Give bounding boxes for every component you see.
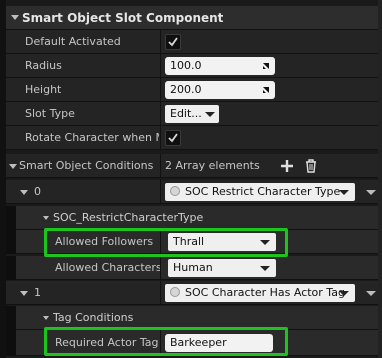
default-activated-row: Default Activated bbox=[6, 30, 378, 54]
condition-type-dropdown[interactable]: SOC Character Has Actor Tag bbox=[165, 284, 355, 302]
chevron-down-icon bbox=[339, 190, 349, 195]
column-divider bbox=[160, 102, 161, 125]
column-divider bbox=[160, 78, 161, 101]
section-header[interactable]: SOC_RestrictCharacterType bbox=[6, 206, 378, 230]
column-divider bbox=[160, 281, 161, 304]
smart-object-conditions-row[interactable]: Smart Object Conditions 2 Array elements bbox=[6, 154, 378, 178]
indent-bar bbox=[6, 256, 16, 280]
array-index: 1 bbox=[34, 286, 41, 299]
condition-type-dropdown[interactable]: SOC Restrict Character Type bbox=[165, 183, 355, 201]
class-circle-icon bbox=[170, 186, 180, 196]
array-element-row[interactable]: 1 SOC Character Has Actor Tag bbox=[6, 281, 378, 305]
checkmark-icon bbox=[168, 37, 178, 47]
column-divider bbox=[160, 154, 161, 177]
slot-type-label: Slot Type bbox=[25, 107, 75, 120]
details-panel: Smart Object Slot Component Default Acti… bbox=[0, 0, 382, 358]
rotate-character-label: Rotate Character when Mo bbox=[25, 131, 159, 144]
height-row: Height 200.0 bbox=[6, 78, 378, 102]
class-circle-icon bbox=[170, 287, 180, 297]
allowed-characters-label: Allowed Characters bbox=[55, 261, 162, 274]
column-divider bbox=[160, 30, 161, 53]
array-index: 0 bbox=[34, 185, 41, 198]
chevron-down-icon bbox=[339, 291, 349, 296]
component-header[interactable]: Smart Object Slot Component bbox=[6, 6, 378, 30]
height-label: Height bbox=[25, 83, 62, 96]
smart-object-conditions-label: Smart Object Conditions bbox=[19, 159, 154, 172]
rotate-character-checkbox[interactable] bbox=[165, 130, 181, 146]
scrollbar[interactable] bbox=[378, 0, 382, 358]
column-divider bbox=[160, 126, 161, 149]
column-divider bbox=[160, 256, 161, 279]
trash-icon[interactable] bbox=[305, 159, 317, 173]
checkmark-icon bbox=[168, 133, 178, 143]
height-field[interactable]: 200.0 bbox=[165, 81, 275, 99]
chevron-down-icon bbox=[205, 112, 215, 117]
expand-icon[interactable] bbox=[20, 190, 28, 195]
resize-handle-icon[interactable] bbox=[261, 85, 271, 95]
condition-type-value: SOC Restrict Character Type bbox=[185, 185, 341, 198]
expand-icon[interactable] bbox=[11, 15, 19, 20]
array-element-row[interactable]: 0 SOC Restrict Character Type bbox=[6, 180, 378, 204]
highlight-box bbox=[44, 228, 288, 257]
component-title: Smart Object Slot Component bbox=[22, 11, 224, 25]
allowed-characters-value: Human bbox=[173, 261, 213, 274]
condition-type-value: SOC Character Has Actor Tag bbox=[185, 286, 345, 299]
allowed-characters-dropdown[interactable]: Human bbox=[168, 259, 276, 277]
rotate-character-row: Rotate Character when Mo bbox=[6, 126, 378, 150]
column-divider bbox=[160, 54, 161, 77]
section-title: SOC_RestrictCharacterType bbox=[53, 211, 204, 224]
radius-field[interactable]: 100.0 bbox=[165, 57, 275, 75]
slot-type-value: Edit... bbox=[170, 107, 202, 120]
array-count: 2 Array elements bbox=[165, 159, 260, 172]
indent-bar bbox=[6, 206, 16, 230]
column-divider bbox=[160, 180, 161, 203]
radius-row: Radius 100.0 bbox=[6, 54, 378, 78]
slot-type-row: Slot Type Edit... bbox=[6, 102, 378, 126]
chevron-down-icon bbox=[260, 266, 270, 271]
expand-icon[interactable] bbox=[43, 316, 49, 320]
expand-icon[interactable] bbox=[20, 291, 28, 296]
allowed-characters-row: Allowed Characters Human bbox=[6, 256, 378, 280]
indent-bar bbox=[6, 330, 16, 356]
highlight-box bbox=[44, 327, 288, 356]
slot-type-dropdown[interactable]: Edit... bbox=[165, 105, 219, 123]
plus-icon[interactable] bbox=[280, 159, 294, 173]
height-value: 200.0 bbox=[170, 83, 202, 96]
indent-bar bbox=[6, 306, 16, 330]
element-options-icon[interactable] bbox=[366, 291, 376, 296]
radius-value: 100.0 bbox=[170, 59, 202, 72]
resize-handle-icon[interactable] bbox=[261, 61, 271, 71]
default-activated-checkbox[interactable] bbox=[165, 34, 181, 50]
expand-icon[interactable] bbox=[43, 216, 49, 220]
radius-label: Radius bbox=[25, 59, 62, 72]
element-options-icon[interactable] bbox=[366, 190, 376, 195]
expand-icon[interactable] bbox=[9, 164, 17, 169]
indent-bar bbox=[6, 230, 16, 254]
default-activated-label: Default Activated bbox=[25, 35, 121, 48]
